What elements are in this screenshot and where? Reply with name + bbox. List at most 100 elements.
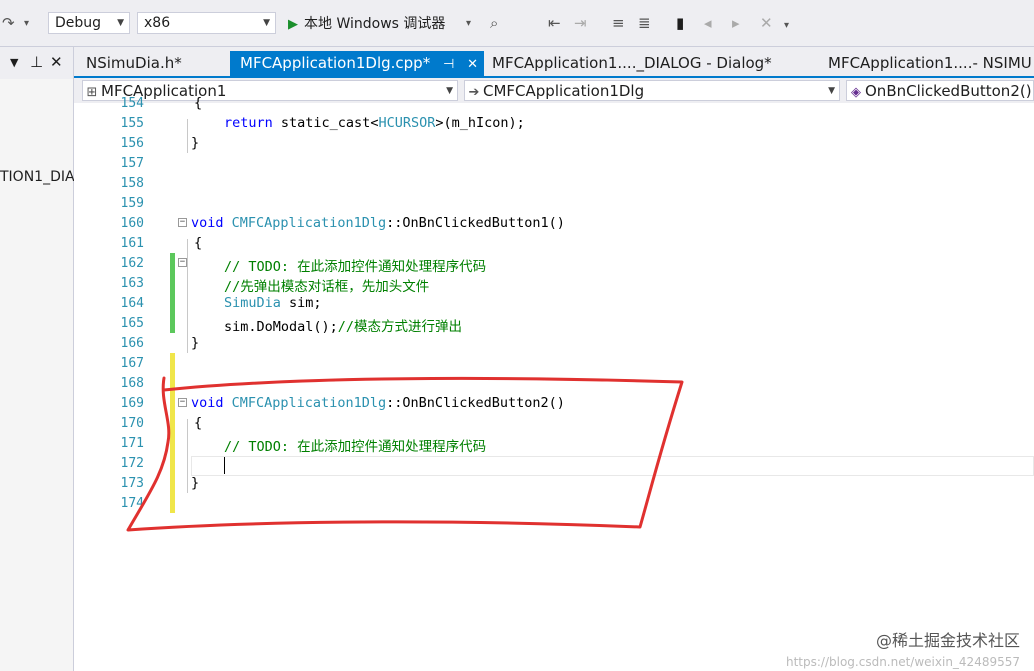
line-number: 174 <box>120 496 144 511</box>
chevron-down-icon: ▼ <box>263 18 270 28</box>
code-text: { <box>194 235 203 251</box>
code-line: 155 return static_cast<HCURSOR>(m_hIcon)… <box>74 113 1034 133</box>
watermark: @稀土掘金技术社区 <box>875 631 1020 650</box>
line-number: 168 <box>120 376 144 391</box>
tab-label: MFCApplication1Dlg.cpp* <box>240 54 431 72</box>
tab-label: MFCApplication1...._DIALOG - Dialog* <box>492 54 772 72</box>
panel-dropdown-icon[interactable]: ▼ <box>10 56 18 69</box>
run-label: 本地 Windows 调试器 <box>304 16 446 32</box>
code-line: 174 <box>74 493 1034 513</box>
tree-item-dialog[interactable]: TION1_DIA <box>0 169 75 185</box>
code-line: 169 − void CMFCApplication1Dlg::OnBnClic… <box>74 393 1034 413</box>
code-line: 154 { <box>74 93 1034 113</box>
code-text: SimuDia sim; <box>224 295 322 311</box>
line-number: 162 <box>120 256 144 271</box>
config-combo[interactable]: Debug ▼ <box>48 12 130 34</box>
collapse-icon[interactable]: − <box>178 398 187 407</box>
code-text: } <box>191 475 200 491</box>
find-files-icon[interactable]: ⌕ <box>490 14 498 32</box>
code-line: 162 − // TODO: 在此添加控件通知处理程序代码 <box>74 253 1034 275</box>
code-comment: // TODO: 在此添加控件通知处理程序代码 <box>224 259 487 275</box>
line-number: 169 <box>120 396 144 411</box>
tab-nsimudia-h[interactable]: NSimuDia.h* <box>76 51 226 76</box>
pin-icon[interactable]: ⊣ <box>443 52 454 77</box>
code-text: { <box>194 415 203 431</box>
collapse-icon[interactable]: − <box>178 218 187 227</box>
outdent-icon[interactable]: ⇥ <box>574 14 587 32</box>
collapse-icon[interactable]: − <box>178 258 187 267</box>
line-number: 165 <box>120 316 144 331</box>
line-number: 172 <box>120 456 144 471</box>
code-line: 163 //先弹出模态对话框，先加头文件 <box>74 273 1034 295</box>
code-line: 170 { <box>74 413 1034 433</box>
comment-icon[interactable]: ≡ <box>612 14 625 32</box>
line-number: 156 <box>120 136 144 151</box>
code-text: void CMFCApplication1Dlg::OnBnClickedBut… <box>191 395 565 411</box>
code-line: 161 { <box>74 233 1034 253</box>
line-number: 159 <box>120 196 144 211</box>
close-icon[interactable]: ✕ <box>467 52 478 77</box>
code-text: } <box>191 135 200 151</box>
line-number: 171 <box>120 436 144 451</box>
tab-nsimu[interactable]: MFCApplication1....- NSIMU <box>818 51 1034 76</box>
config-value: Debug <box>55 15 102 31</box>
run-dropdown-icon[interactable]: ▾ <box>466 18 471 29</box>
platform-combo[interactable]: x86 ▼ <box>137 12 276 34</box>
code-line: 157 <box>74 153 1034 173</box>
tab-mfcapplication1dlg-cpp[interactable]: MFCApplication1Dlg.cpp* ⊣ ✕ <box>230 51 484 76</box>
tab-label: NSimuDia.h* <box>86 54 182 72</box>
chevron-down-icon: ▼ <box>117 18 124 28</box>
close-icon[interactable]: ✕ <box>50 53 63 71</box>
code-text: return static_cast<HCURSOR>(m_hIcon); <box>224 115 525 131</box>
code-text: { <box>194 95 203 111</box>
toolbar-overflow-icon[interactable]: ▾ <box>784 20 789 31</box>
code-comment: // TODO: 在此添加控件通知处理程序代码 <box>224 439 487 455</box>
code-line: 158 <box>74 173 1034 193</box>
bookmark-icon[interactable]: ▮ <box>676 14 684 32</box>
line-number: 160 <box>120 216 144 231</box>
prev-bookmark-icon[interactable]: ◂ <box>704 14 712 32</box>
uncomment-icon[interactable]: ≣ <box>638 14 651 32</box>
code-line: 165 sim.DoModal();//模态方式进行弹出 <box>74 313 1034 335</box>
next-bookmark-icon[interactable]: ▸ <box>732 14 740 32</box>
line-number: 166 <box>120 336 144 351</box>
code-text: void CMFCApplication1Dlg::OnBnClickedBut… <box>191 215 565 231</box>
line-number: 167 <box>120 356 144 371</box>
tab-label: MFCApplication1....- NSIMU <box>828 54 1032 72</box>
watermark-url: https://blog.csdn.net/weixin_42489557 <box>785 655 1020 669</box>
start-debug-button[interactable]: ▶ 本地 Windows 调试器 <box>288 13 445 33</box>
line-number: 157 <box>120 156 144 171</box>
line-number: 155 <box>120 116 144 131</box>
code-line: 166 } <box>74 333 1034 353</box>
code-line: 160 − void CMFCApplication1Dlg::OnBnClic… <box>74 213 1034 233</box>
code-text: sim.DoModal();//模态方式进行弹出 <box>224 319 463 335</box>
panel-header: ▼ ⊥ ✕ <box>0 47 73 79</box>
code-line: 167 <box>74 353 1034 373</box>
document-tabs: NSimuDia.h* MFCApplication1Dlg.cpp* ⊣ ✕ … <box>74 47 1034 76</box>
pin-icon[interactable]: ⊥ <box>30 53 43 71</box>
line-number: 161 <box>120 236 144 251</box>
code-line: 159 <box>74 193 1034 213</box>
clear-bookmarks-icon[interactable]: ✕ <box>760 14 773 32</box>
platform-value: x86 <box>144 15 171 31</box>
line-number: 170 <box>120 416 144 431</box>
tab-dialog-resource[interactable]: MFCApplication1...._DIALOG - Dialog* <box>482 51 818 76</box>
toolbar: ↷ ▾ Debug ▼ x86 ▼ ▶ 本地 Windows 调试器 ▾ ⌕ ⇤ … <box>0 6 1034 47</box>
code-line: 173 } <box>74 473 1034 493</box>
code-line: 168 <box>74 373 1034 393</box>
code-text: } <box>191 335 200 351</box>
line-number: 158 <box>120 176 144 191</box>
line-number: 163 <box>120 276 144 291</box>
code-line: 164 SimuDia sim; <box>74 293 1034 313</box>
line-number: 154 <box>120 96 144 111</box>
code-line: 171 // TODO: 在此添加控件通知处理程序代码 <box>74 433 1034 455</box>
indent-icon[interactable]: ⇤ <box>548 14 561 32</box>
code-comment: //先弹出模态对话框，先加头文件 <box>224 279 430 295</box>
code-editor[interactable]: 154 { 155 return static_cast<HCURSOR>(m_… <box>74 95 1034 671</box>
line-number: 173 <box>120 476 144 491</box>
redo-dropdown-icon[interactable]: ▾ <box>24 18 29 29</box>
code-line: 172 <box>74 453 1034 473</box>
line-number: 164 <box>120 296 144 311</box>
play-icon: ▶ <box>288 17 298 32</box>
redo-icon[interactable]: ↷ <box>2 14 15 32</box>
